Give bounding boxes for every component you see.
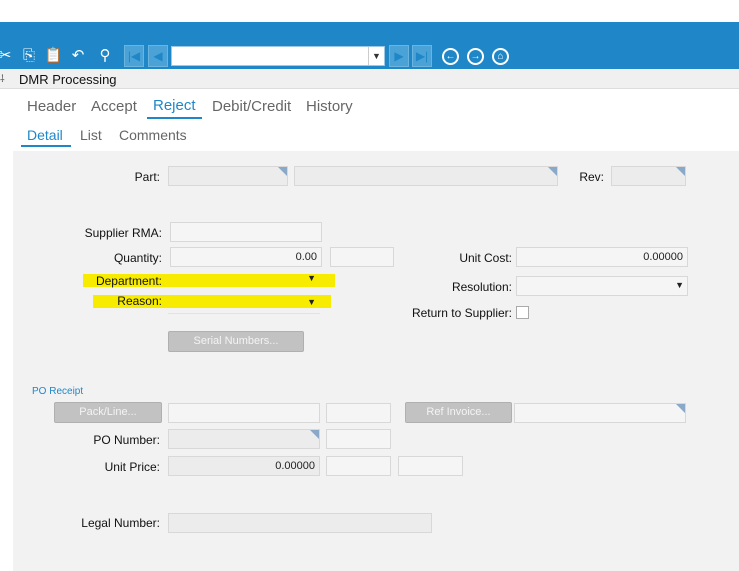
search-corner-icon bbox=[310, 430, 319, 439]
quantity-value: 0.00 bbox=[295, 251, 317, 263]
reason-label: Reason: bbox=[117, 294, 162, 308]
binoculars-icon[interactable]: ⚲ bbox=[96, 47, 114, 65]
previous-record-icon[interactable]: ◀ bbox=[148, 45, 168, 67]
resolution-label: Resolution: bbox=[451, 280, 512, 294]
tab-accept[interactable]: Accept bbox=[91, 98, 137, 115]
legal-number-field[interactable] bbox=[168, 513, 432, 533]
tab-comments[interactable]: Comments bbox=[119, 127, 187, 143]
rev-label: Rev: bbox=[579, 170, 604, 184]
window-titlebar: ⸸ DMR Processing bbox=[0, 69, 739, 89]
tab-detail[interactable]: Detail bbox=[27, 127, 63, 143]
tab-debit-credit[interactable]: Debit/Credit bbox=[212, 98, 291, 115]
form-content bbox=[13, 89, 739, 571]
undo-icon[interactable]: ↶ bbox=[69, 47, 87, 65]
paste-icon[interactable]: 📋 bbox=[44, 47, 63, 65]
unit-cost-value: 0.00000 bbox=[643, 251, 683, 263]
tab-detail-underline bbox=[21, 145, 71, 147]
forward-icon[interactable]: → bbox=[467, 48, 484, 65]
back-icon[interactable]: ← bbox=[442, 48, 459, 65]
unit-price-currency-field[interactable] bbox=[398, 456, 463, 476]
pack-line-field[interactable] bbox=[326, 403, 391, 423]
window-title: DMR Processing bbox=[19, 72, 117, 87]
left-strip bbox=[0, 89, 13, 571]
unit-price-field[interactable]: 0.00000 bbox=[168, 456, 320, 476]
tab-header[interactable]: Header bbox=[27, 98, 76, 115]
unit-price-value: 0.00000 bbox=[275, 460, 315, 472]
chevron-down-icon[interactable]: ▼ bbox=[307, 273, 316, 283]
quantity-uom-field[interactable] bbox=[330, 247, 394, 267]
quantity-field[interactable]: 0.00 bbox=[170, 247, 322, 267]
quantity-label: Quantity: bbox=[113, 251, 162, 265]
record-navigator-select[interactable]: ▼ bbox=[171, 46, 385, 66]
return-to-supplier-checkbox[interactable] bbox=[516, 306, 529, 319]
department-label: Department: bbox=[95, 274, 162, 288]
chevron-down-icon[interactable]: ▼ bbox=[368, 47, 384, 65]
ref-invoice-button[interactable]: Ref Invoice... bbox=[405, 402, 512, 423]
copy-icon[interactable]: ⎘ bbox=[20, 47, 38, 65]
po-line-field[interactable] bbox=[326, 429, 391, 449]
supplier-rma-field[interactable] bbox=[170, 222, 322, 242]
first-record-icon[interactable]: |◀ bbox=[124, 45, 144, 67]
pack-slip-field[interactable] bbox=[168, 403, 320, 423]
search-corner-icon bbox=[676, 167, 685, 176]
reason-combo[interactable]: ▼ bbox=[168, 292, 320, 314]
next-record-icon[interactable]: ▶ bbox=[389, 45, 409, 67]
search-corner-icon bbox=[676, 404, 685, 413]
po-number-field[interactable] bbox=[168, 429, 320, 449]
unit-price-uom-field[interactable] bbox=[326, 456, 391, 476]
ref-invoice-field[interactable] bbox=[514, 403, 686, 423]
resolution-combo[interactable]: ▼ bbox=[516, 276, 688, 296]
po-number-label: PO Number: bbox=[93, 433, 160, 447]
po-receipt-section-label: PO Receipt bbox=[32, 386, 84, 397]
part-label: Part: bbox=[134, 170, 160, 184]
unit-price-label: Unit Price: bbox=[104, 460, 160, 474]
department-combo[interactable]: ▼ bbox=[168, 271, 320, 289]
part-field[interactable] bbox=[168, 166, 288, 186]
return-to-supplier-label: Return to Supplier: bbox=[411, 306, 512, 320]
tab-history[interactable]: History bbox=[306, 98, 353, 115]
supplier-rma-label: Supplier RMA: bbox=[84, 226, 162, 240]
scissors-icon[interactable]: ✂ bbox=[0, 47, 14, 65]
part-description-field[interactable] bbox=[294, 166, 558, 186]
search-corner-icon bbox=[548, 167, 557, 176]
legal-number-label: Legal Number: bbox=[81, 516, 160, 530]
chevron-down-icon[interactable]: ▼ bbox=[675, 280, 684, 290]
tab-reject-underline bbox=[147, 117, 202, 119]
tab-list[interactable]: List bbox=[80, 127, 102, 143]
unit-cost-field[interactable]: 0.00000 bbox=[516, 247, 688, 267]
tab-reject[interactable]: Reject bbox=[153, 97, 196, 114]
search-corner-icon bbox=[278, 167, 287, 176]
toolbar: ✂ ⎘ 📋 ↶ ⚲ |◀ ◀ ▼ ▶ ▶| ← → ⌂ bbox=[0, 22, 739, 69]
pin-icon[interactable]: ⸸ bbox=[0, 71, 5, 85]
chevron-down-icon[interactable]: ▼ bbox=[307, 297, 316, 307]
serial-numbers-button[interactable]: Serial Numbers... bbox=[168, 331, 304, 352]
home-icon[interactable]: ⌂ bbox=[492, 48, 509, 65]
last-record-icon[interactable]: ▶| bbox=[412, 45, 432, 67]
pack-line-button[interactable]: Pack/Line... bbox=[54, 402, 162, 423]
rev-field[interactable] bbox=[611, 166, 686, 186]
unit-cost-label: Unit Cost: bbox=[459, 251, 512, 265]
